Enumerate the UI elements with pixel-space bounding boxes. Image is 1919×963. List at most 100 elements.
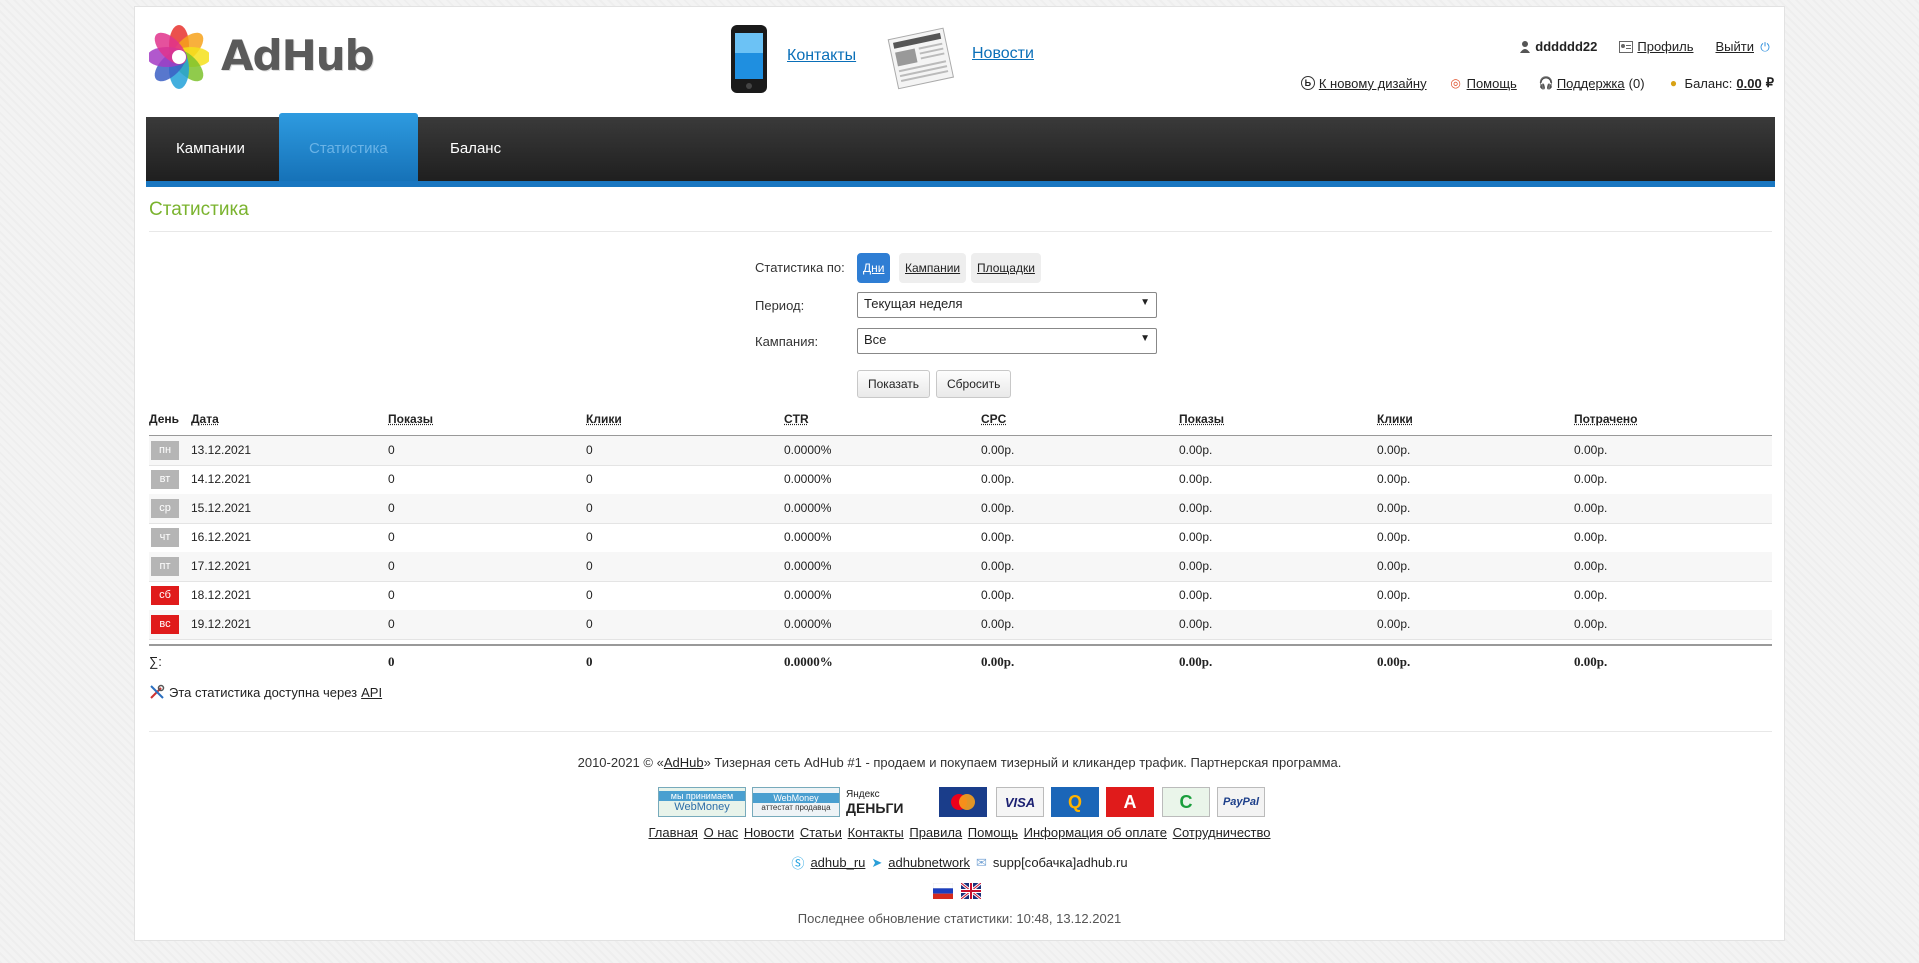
adhub-logo-icon[interactable] [149,25,209,89]
cell-clicks: 0 [586,588,593,602]
help-link[interactable]: Помощь [1467,76,1517,91]
copyright-prefix: 2010-2021 © « [577,755,664,770]
footer-link-news[interactable]: Новости [744,825,794,840]
col-shows[interactable]: Показы [388,412,433,426]
table-row: чт 16.12.2021 0 0 0.0000% 0.00р. 0.00р. 0.00р. 0… [149,523,1772,553]
power-icon[interactable]: ⏻ [1758,40,1772,54]
table-row: пт 17.12.2021 0 0 0.0000% 0.00р. 0.00р. 0.00р. 0… [149,552,1772,582]
col-date[interactable]: Дата [191,412,219,426]
tab-days[interactable]: Дни [857,253,891,283]
cell-clicks-cost: 0.00р. [1377,559,1411,573]
tab-campaigns[interactable]: Кампании [899,253,967,283]
wma-badge-bottom: аттестат продавца [761,802,831,812]
newspaper-icon [887,27,955,90]
campaign-select[interactable]: Все ▼ [857,328,1157,354]
col-shows-cost[interactable]: Показы [1179,412,1224,426]
footer-link-rules[interactable]: Правила [909,825,962,840]
reset-button[interactable]: Сбросить [936,370,1012,398]
support-link[interactable]: Поддержка [1557,76,1625,91]
main-nav: Кампании Статистика Баланс [146,113,1775,181]
footer-link-payment-info[interactable]: Информация об оплате [1024,825,1167,840]
telegram-link[interactable]: adhubnetwork [888,855,970,870]
uk-flag-icon[interactable] [961,883,981,899]
mastercard-logo[interactable] [939,787,987,817]
copyright: 2010-2021 © «AdHub» Тизерная сеть AdHub … [135,755,1784,770]
show-button[interactable]: Показать [857,370,931,398]
col-cpc[interactable]: CPC [981,412,1006,426]
cell-ctr: 0.0000% [784,501,832,515]
yandex-bottom: ДЕНЬГИ [846,799,904,816]
col-spent[interactable]: Потрачено [1574,412,1637,426]
contacts-link[interactable]: Контакты [787,47,856,65]
cell-cpc: 0.00р. [981,559,1015,573]
envelope-icon: ✉ [975,854,987,870]
cell-spent: 0.00р. [1574,472,1608,486]
skype-icon: Ⓢ [791,856,805,871]
tab-platforms[interactable]: Площадки [971,253,1041,283]
cell-cpc: 0.00р. [981,530,1015,544]
cell-clicks-cost: 0.00р. [1377,588,1411,602]
logo-text[interactable]: AdHub [221,31,375,80]
cell-date: 19.12.2021 [191,617,252,631]
visa-logo[interactable]: VISA [996,787,1044,817]
news-link[interactable]: Новости [972,45,1034,63]
webmoney-accept-badge[interactable]: мы принимаем WebMoney [658,787,746,817]
page-container: AdHub Контакты Новости dddddd22 Профиль … [134,6,1785,941]
table-row: ср 15.12.2021 0 0 0.0000% 0.00р. 0.00р. 0.00р. 0… [149,494,1772,524]
total-ctr: 0.0000% [784,654,833,669]
webmoney-attestat-badge[interactable]: WebMoney аттестат продавца [752,787,840,817]
currency-sign: ₽ [1765,75,1774,90]
cell-spent: 0.00р. [1574,559,1608,573]
api-link[interactable]: API [361,685,382,700]
alfa-bank-logo[interactable]: А [1106,787,1154,817]
paypal-logo[interactable]: PayPal [1217,787,1265,817]
cell-shows: 0 [388,617,395,631]
coins-icon: ● [1669,76,1678,90]
cell-date: 16.12.2021 [191,530,252,544]
total-spent: 0.00р. [1574,654,1608,669]
cell-clicks-cost: 0.00р. [1377,501,1411,515]
phone-icon [731,25,767,93]
footer-link-home[interactable]: Главная [648,825,697,840]
cell-spent: 0.00р. [1574,617,1608,631]
nav-item-balance[interactable]: Баланс [420,117,531,181]
cell-cpc: 0.00р. [981,443,1015,457]
balance-value[interactable]: 0.00 [1736,76,1761,91]
col-clicks[interactable]: Клики [586,412,622,426]
user-icon [1520,40,1531,53]
cell-date: 15.12.2021 [191,501,252,515]
cell-cpc: 0.00р. [981,588,1015,602]
period-select[interactable]: Текущая неделя ▼ [857,292,1157,318]
footer-link-about[interactable]: О нас [704,825,739,840]
profile-link[interactable]: Профиль [1637,39,1693,54]
footer-divider [149,731,1772,732]
cell-spent: 0.00р. [1574,443,1608,457]
new-design-link[interactable]: К новому дизайну [1319,76,1427,91]
api-note-text: Эта статистика доступна через [169,684,358,700]
cell-cpc: 0.00р. [981,617,1015,631]
col-ctr[interactable]: CTR [784,412,809,426]
last-update: Последнее обновление статистики: 10:48, … [797,911,1122,926]
brand-link[interactable]: AdHub [664,755,704,770]
nav-item-campaigns[interactable]: Кампании [146,117,275,181]
col-clicks-cost[interactable]: Клики [1377,412,1413,426]
footer-link-articles[interactable]: Статьи [800,825,842,840]
yandex-money-logo[interactable]: Яндекс ДЕНЬГИ [846,787,922,817]
sberbank-logo[interactable]: С [1162,787,1210,817]
cell-shows: 0 [388,530,395,544]
logout-link[interactable]: Выйти [1716,39,1755,54]
tools-icon [150,684,165,699]
day-badge: вт [151,470,179,489]
cell-spent: 0.00р. [1574,588,1608,602]
balance-label: Баланс: [1684,75,1733,91]
skype-link[interactable]: adhub_ru [810,855,865,870]
cell-clicks-cost: 0.00р. [1377,617,1411,631]
russian-flag-icon[interactable] [933,883,953,899]
qiwi-logo[interactable]: Q [1051,787,1099,817]
nav-item-statistics[interactable]: Статистика [279,113,418,181]
cell-ctr: 0.0000% [784,617,832,631]
footer-link-contacts[interactable]: Контакты [848,825,904,840]
footer-link-cooperation[interactable]: Сотрудничество [1173,825,1271,840]
user-menu: dddddd22 Профиль Выйти ⏻ [1519,39,1772,54]
footer-link-help[interactable]: Помощь [968,825,1018,840]
